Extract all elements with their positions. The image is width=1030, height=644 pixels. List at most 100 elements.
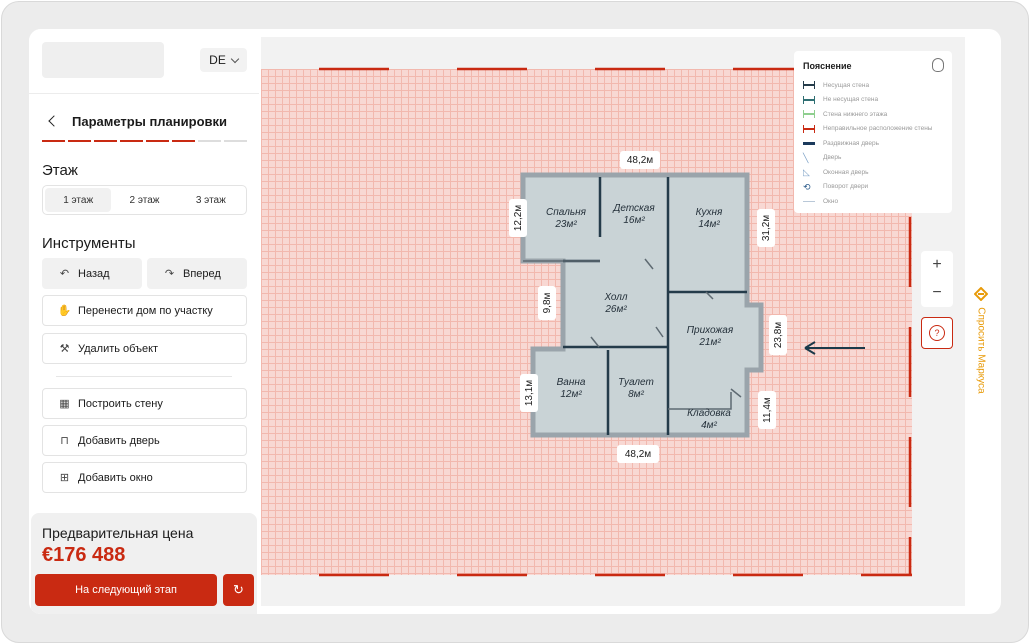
undo-label: Назад [78,267,110,280]
room-label-hall: Холл 26м² [586,292,646,316]
window-icon: ⊞ [59,472,70,484]
room-area: 26м² [605,304,627,315]
entrance-arrow-icon [804,341,865,355]
add-door-button[interactable]: ⊓ Добавить дверь [42,425,247,456]
room-name: Спальня [546,207,586,218]
dimension-right-top: 31,2м [757,209,775,247]
page-title: Параметры планировки [72,114,227,129]
wall-icon: ▦ [59,398,70,410]
refresh-icon: ↻ [233,582,244,597]
delete-object-label: Удалить объект [78,342,159,355]
legend-panel: Пояснение Несущая стена Не несущая стена… [794,51,952,213]
dimension-left-mid: 9,8м [538,286,556,320]
build-wall-label: Построить стену [78,397,163,410]
ask-assistant-tab[interactable]: Спросить Маркуса [969,287,993,411]
refresh-button[interactable]: ↻ [223,574,254,606]
room-area: 23м² [555,219,577,230]
room-label-kids: Детская 16м² [604,203,664,227]
app: DE Параметры планировки Этаж 1 этаж 2 эт… [29,29,1001,614]
room-area: 14м² [698,219,720,230]
lower-floor-wall-icon [803,110,815,119]
legend-item: Окно [803,194,943,209]
build-wall-button[interactable]: ▦ Построить стену [42,388,247,419]
back-arrow-icon[interactable] [45,113,61,129]
legend-title: Пояснение [803,61,852,71]
room-label-toilet: Туалет 8м² [606,377,666,401]
undo-button[interactable]: ↶ Назад [42,258,142,289]
hammer-icon: ⚒ [59,343,70,355]
plan-canvas[interactable]: Спальня 23м² Детская 16м² Кухня 14м² Хол… [261,37,965,606]
tools-divider [56,376,232,377]
header-divider [29,93,259,94]
room-area: 8м² [628,389,644,400]
floor-tab-2[interactable]: 2 этаж [111,188,177,212]
room-area: 12м² [560,389,582,400]
tools-heading: Инструменты [42,235,136,252]
language-selector[interactable]: DE [200,48,247,72]
undo-icon: ↶ [59,268,70,280]
zoom-out-button[interactable]: − [921,279,953,307]
price-value: €176 488 [42,544,126,566]
move-house-button[interactable]: ✋ Перенести дом по участку [42,295,247,326]
hand-icon: ✋ [57,305,72,317]
redo-button[interactable]: ↷ Вперед [147,258,247,289]
floor-tabs: 1 этаж 2 этаж 3 этаж [42,185,247,215]
delete-object-button[interactable]: ⚒ Удалить объект [42,333,247,364]
window-door-icon: ◺ [803,167,810,178]
room-label-storage: Кладовка 4м² [679,408,739,432]
legend-item: ◺ Оконная дверь [803,167,869,178]
floor-tab-3[interactable]: 3 этаж [178,188,244,212]
question-icon: ? [929,325,945,341]
room-area: 4м² [701,420,717,431]
add-window-label: Добавить окно [78,471,153,484]
ask-label: Спросить Маркуса [975,307,987,394]
room-area: 21м² [699,337,721,348]
room-label-hallway: Прихожая 21м² [679,325,741,349]
bearing-wall-icon [803,81,815,90]
room-name: Холл [604,292,628,303]
room-name: Кухня [695,207,723,218]
dimension-right-bottom: 11,4м [758,391,776,429]
dimension-left-bottom: 13,1м [520,374,538,412]
room-label-bedroom: Спальня 23м² [536,207,596,231]
room-name: Детская [613,203,655,214]
wrong-wall-icon [803,124,815,133]
floor-tab-1[interactable]: 1 этаж [45,188,112,212]
add-door-label: Добавить дверь [78,434,160,447]
legend-item: ╲ Дверь [803,152,842,163]
door-icon: ⊓ [60,435,69,447]
logo-placeholder [42,42,164,78]
dimension-right-mid: 23,8м [769,315,787,355]
redo-icon: ↷ [164,268,175,280]
room-label-kitchen: Кухня 14м² [679,207,739,231]
room-name: Кладовка [687,408,731,419]
door-rotate-icon: ⟲ [803,181,811,192]
window-legend-icon [803,197,815,206]
dimension-top: 48,2м [620,151,660,169]
legend-item: Несущая стена [803,78,943,93]
legend-item: Не несущая стена [803,93,943,108]
sliding-door-icon [803,139,815,148]
progress-steps [42,140,247,142]
zoom-in-button[interactable]: + [921,251,953,279]
next-step-button[interactable]: На следующий этап [35,574,217,606]
add-window-button[interactable]: ⊞ Добавить окно [42,462,247,493]
legend-item: Раздвижная дверь [803,136,943,151]
room-name: Прихожая [686,325,734,336]
language-label: DE [209,53,226,67]
dimension-left-top: 12,2м [509,199,527,237]
room-name: Ванна [556,377,586,388]
hand-pointer-icon[interactable] [932,58,944,72]
price-label: Предварительная цена [42,525,194,541]
move-house-label: Перенести дом по участку [78,304,213,317]
legend-item: Стена нижнего этажа [803,107,943,122]
redo-label: Вперед [183,267,221,280]
zoom-controls: + − [921,251,953,307]
dimension-bottom: 48,2м [617,445,659,463]
room-label-bath: Ванна 12м² [541,377,601,401]
legend-item: Неправильное расположение стены [803,122,943,137]
chevron-down-icon [230,54,240,63]
help-button[interactable]: ? [921,317,953,349]
legend-item: ⟲ Поворот двери [803,181,869,192]
floor-heading: Этаж [42,162,78,179]
